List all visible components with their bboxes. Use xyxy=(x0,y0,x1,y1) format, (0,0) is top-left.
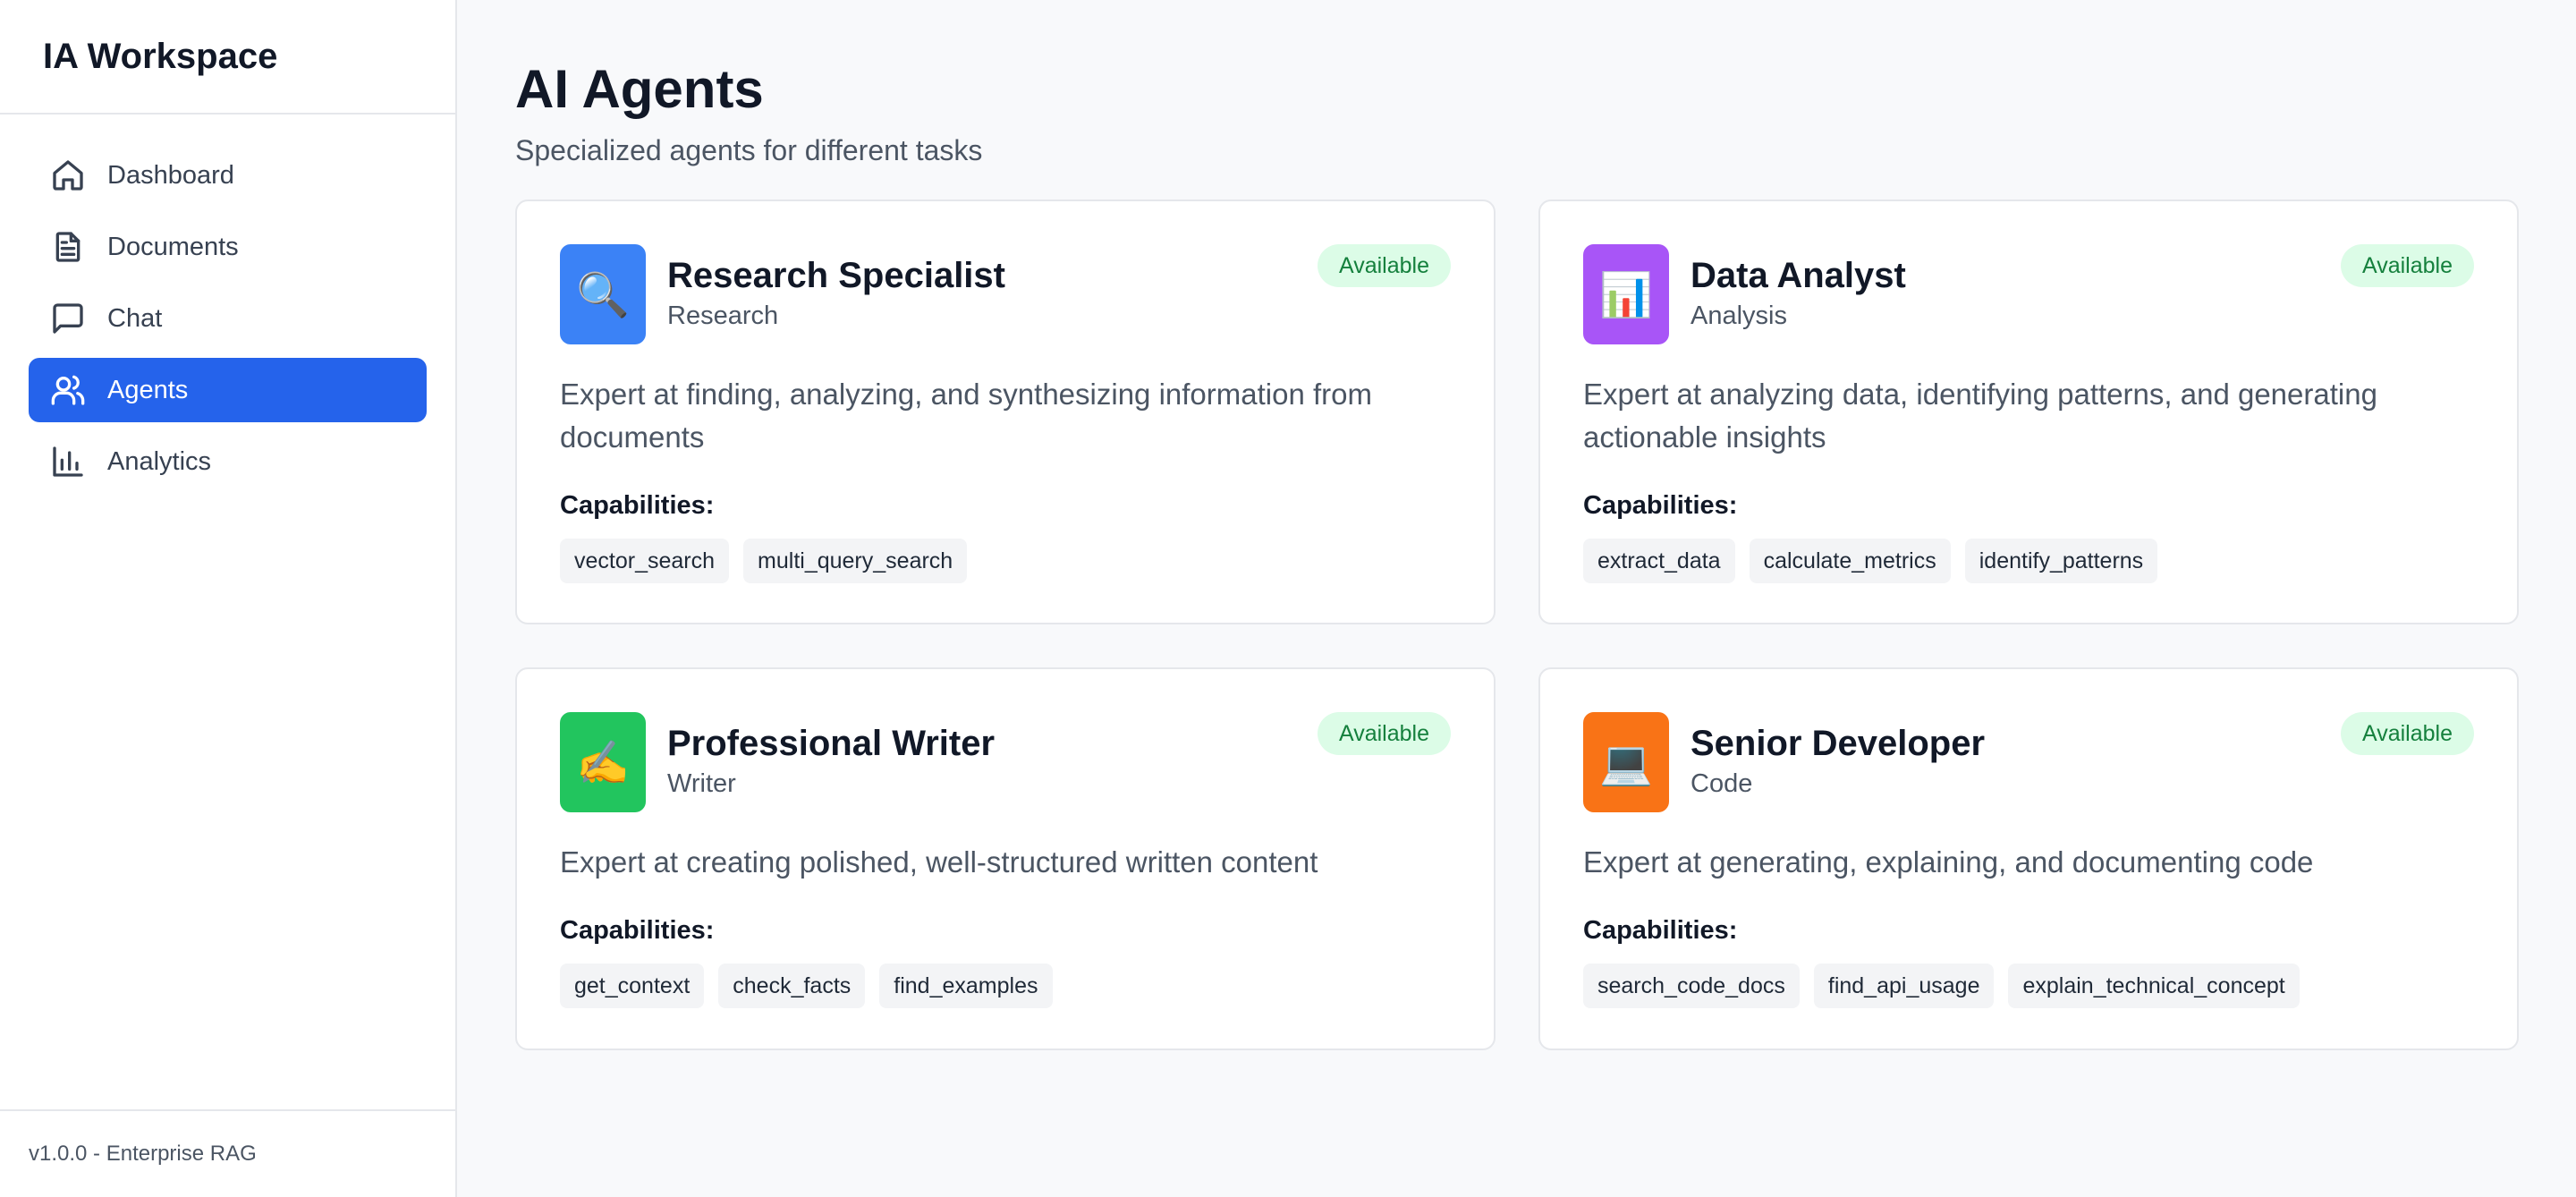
agent-card-senior-developer[interactable]: 💻 Senior Developer Code Available Expert… xyxy=(1538,667,2519,1050)
agent-name: Data Analyst xyxy=(1690,256,1906,295)
agent-description: Expert at finding, analyzing, and synthe… xyxy=(560,378,1372,454)
agent-card-research-specialist[interactable]: 🔍 Research Specialist Research Available… xyxy=(515,200,1496,624)
capabilities-label: Capabilities: xyxy=(1583,491,1738,520)
users-icon xyxy=(50,372,86,408)
agent-description: Expert at analyzing data, identifying pa… xyxy=(1583,378,2377,454)
agent-card-data-analyst[interactable]: 📊 Data Analyst Analysis Available Expert… xyxy=(1538,200,2519,624)
chat-icon xyxy=(50,301,86,336)
sidebar-item-label: Dashboard xyxy=(107,160,234,190)
bar-chart-emoji-icon: 📊 xyxy=(1583,244,1669,344)
agent-description: Expert at creating polished, well-struct… xyxy=(560,845,1318,879)
agent-names: Senior Developer Code xyxy=(1690,712,1985,799)
sidebar: IA Workspace Dashboard Documents Chat Ag… xyxy=(0,0,457,1197)
capability-chip: multi_query_search xyxy=(743,539,968,583)
agent-card-professional-writer[interactable]: ✍️ Professional Writer Writer Available … xyxy=(515,667,1496,1050)
capabilities-list: get_context check_facts find_examples xyxy=(560,964,1451,1008)
capability-chip: vector_search xyxy=(560,539,730,583)
document-icon xyxy=(50,229,86,265)
bar-chart-icon xyxy=(50,444,86,480)
capability-chip: find_examples xyxy=(879,964,1053,1008)
agent-name: Professional Writer xyxy=(667,724,996,763)
agent-names: Data Analyst Analysis xyxy=(1690,244,1906,331)
capability-chip: check_facts xyxy=(718,964,866,1008)
capabilities-label: Capabilities: xyxy=(560,491,715,520)
capability-chip: extract_data xyxy=(1583,539,1735,583)
writing-hand-icon: ✍️ xyxy=(560,712,646,812)
magnifier-icon: 🔍 xyxy=(560,244,646,344)
main-content: AI Agents Specialized agents for differe… xyxy=(457,0,2576,1197)
sidebar-item-label: Chat xyxy=(107,303,163,333)
agent-card-header: 📊 Data Analyst Analysis xyxy=(1583,244,2474,344)
capability-chip: identify_patterns xyxy=(1964,539,2158,583)
agent-category: Writer xyxy=(667,769,736,798)
agents-grid: 🔍 Research Specialist Research Available… xyxy=(515,200,2519,1050)
agent-card-header: 🔍 Research Specialist Research xyxy=(560,244,1451,344)
version-label: v1.0.0 - Enterprise RAG xyxy=(0,1109,455,1197)
capabilities-list: search_code_docs find_api_usage explain_… xyxy=(1583,964,2474,1008)
page-subtitle: Specialized agents for different tasks xyxy=(515,134,983,166)
sidebar-item-analytics[interactable]: Analytics xyxy=(29,429,427,494)
sidebar-nav: Dashboard Documents Chat Agents Analytic… xyxy=(0,115,455,494)
agent-name: Research Specialist xyxy=(667,256,1005,295)
capability-chip: search_code_docs xyxy=(1583,964,1800,1008)
capabilities-label: Capabilities: xyxy=(1583,916,1738,945)
agent-description: Expert at generating, explaining, and do… xyxy=(1583,845,2314,879)
capabilities-list: vector_search multi_query_search xyxy=(560,539,1451,583)
status-badge: Available xyxy=(2340,244,2474,287)
sidebar-item-label: Agents xyxy=(107,375,189,404)
agent-category: Code xyxy=(1690,769,1753,798)
app: IA Workspace Dashboard Documents Chat Ag… xyxy=(0,0,2576,1197)
sidebar-item-label: Analytics xyxy=(107,446,212,476)
sidebar-item-agents[interactable]: Agents xyxy=(29,358,427,422)
home-icon xyxy=(50,157,86,193)
agent-category: Research xyxy=(667,301,779,330)
capability-chip: get_context xyxy=(560,964,705,1008)
status-badge: Available xyxy=(1317,712,1451,755)
status-badge: Available xyxy=(1317,244,1451,287)
brand-title: IA Workspace xyxy=(43,36,278,76)
page-title: AI Agents xyxy=(515,59,764,119)
agent-category: Analysis xyxy=(1690,301,1787,330)
agent-name: Senior Developer xyxy=(1690,724,1986,763)
sidebar-item-dashboard[interactable]: Dashboard xyxy=(29,143,427,208)
capability-chip: explain_technical_concept xyxy=(2008,964,2300,1008)
capabilities-list: extract_data calculate_metrics identify_… xyxy=(1583,539,2474,583)
capability-chip: calculate_metrics xyxy=(1749,539,1951,583)
sidebar-item-documents[interactable]: Documents xyxy=(29,215,427,279)
sidebar-item-label: Documents xyxy=(107,232,239,261)
sidebar-item-chat[interactable]: Chat xyxy=(29,286,427,351)
agent-names: Professional Writer Writer xyxy=(667,712,995,799)
agent-card-header: 💻 Senior Developer Code xyxy=(1583,712,2474,812)
capabilities-label: Capabilities: xyxy=(560,916,715,945)
status-badge: Available xyxy=(2340,712,2474,755)
brand: IA Workspace xyxy=(0,0,455,115)
agent-card-header: ✍️ Professional Writer Writer xyxy=(560,712,1451,812)
capability-chip: find_api_usage xyxy=(1813,964,1995,1008)
agent-names: Research Specialist Research xyxy=(667,244,1005,331)
laptop-icon: 💻 xyxy=(1583,712,1669,812)
